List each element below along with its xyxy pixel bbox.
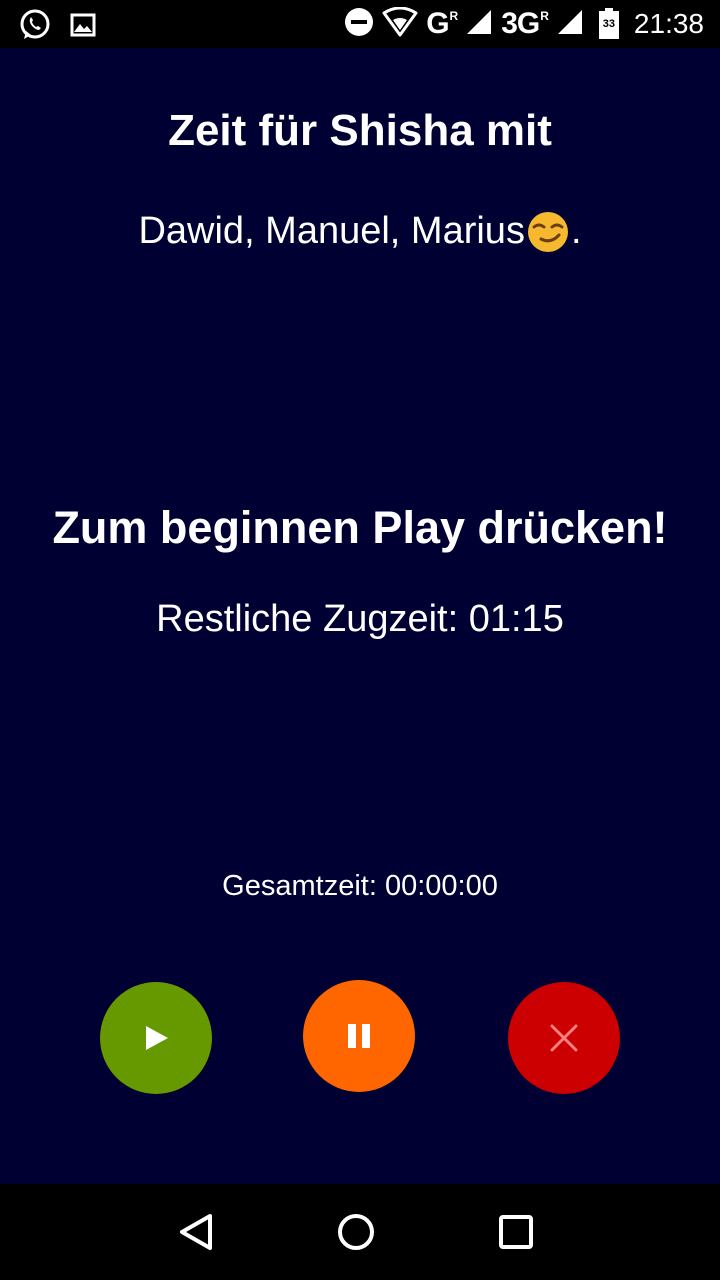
signal-icon: [465, 8, 493, 41]
do-not-disturb-icon: [344, 7, 374, 42]
stop-button[interactable]: [508, 982, 620, 1094]
network-type-2-label: 3G: [501, 7, 540, 40]
notification-icons: [18, 8, 96, 47]
back-button[interactable]: [172, 1208, 220, 1256]
instruction-text: Zum beginnen Play drücken!: [52, 502, 668, 553]
clock: 21:38: [633, 8, 704, 39]
recents-button[interactable]: [492, 1208, 540, 1256]
roaming-indicator-1: R: [449, 9, 459, 23]
battery-level: 33: [602, 18, 616, 30]
back-icon: [180, 1214, 212, 1250]
play-button[interactable]: [100, 982, 212, 1094]
home-button[interactable]: [332, 1208, 380, 1256]
signal-icon: [556, 8, 584, 41]
play-icon: [146, 1026, 168, 1050]
participants-suffix: .: [570, 209, 582, 252]
participants-names: Dawid, Manuel, Marius: [138, 209, 525, 252]
app-content: Zeit für Shisha mit Dawid, Manuel, Mariu…: [0, 48, 720, 1184]
system-status: GR 3G R 33 21:38: [344, 0, 704, 48]
remaining-time: Restliche Zugzeit: 01:15: [156, 598, 564, 640]
image-icon: [70, 12, 96, 43]
total-time: Gesamtzeit: 00:00:00: [222, 870, 498, 902]
roaming-indicator-2: R: [540, 9, 549, 23]
wifi-icon: [382, 6, 418, 42]
home-icon: [338, 1214, 374, 1250]
network-type-1-label: G: [426, 7, 449, 40]
recents-icon: [499, 1215, 533, 1249]
phone-screen: GR 3G R 33 21:38 Zeit für Shisha mit Daw…: [0, 0, 720, 1280]
navigation-bar: [0, 1184, 720, 1280]
network-type-1: GR: [426, 7, 459, 41]
pause-button[interactable]: [303, 980, 415, 1092]
page-title: Zeit für Shisha mit: [168, 106, 552, 155]
pause-icon: [348, 1024, 370, 1048]
whatsapp-icon: [18, 8, 52, 47]
smirking-face-icon: [525, 208, 571, 254]
close-icon: [550, 1024, 578, 1052]
status-bar: GR 3G R 33 21:38: [0, 0, 720, 48]
battery-icon: 33: [598, 8, 620, 40]
participants-line: Dawid, Manuel, Marius .: [0, 208, 720, 254]
network-type-2: 3G R: [501, 7, 549, 41]
